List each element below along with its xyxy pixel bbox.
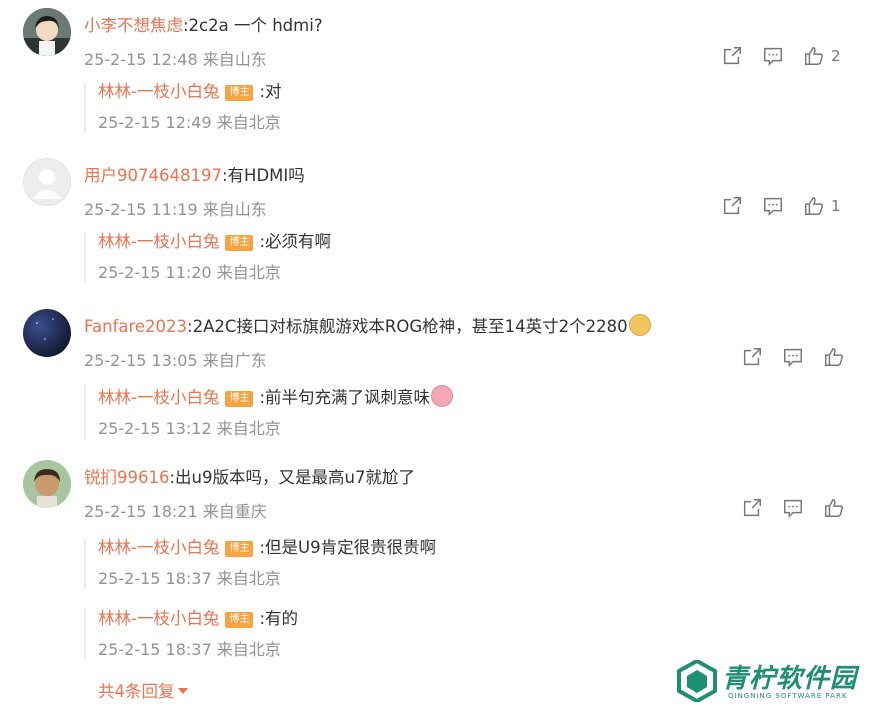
- comment-meta: 25-2-15 18:21 来自重庆: [84, 502, 267, 521]
- comment-meta: 25-2-15 11:19 来自山东: [84, 200, 267, 219]
- like-count: 1: [831, 197, 841, 215]
- author-badge: 博主: [225, 541, 254, 557]
- share-icon: [743, 499, 761, 517]
- reply-item: 林林-一枝小白兔 博主 :前半句充满了讽刺意味 25-2-15 13:12 来自北京: [84, 385, 838, 439]
- comment-username[interactable]: 小李不想焦虑: [84, 16, 183, 35]
- reply-username[interactable]: 林林-一枝小白兔: [98, 82, 219, 101]
- reply-meta: 25-2-15 12:49 来自北京: [98, 113, 281, 132]
- share-icon: [723, 197, 741, 215]
- author-badge: 博主: [225, 85, 254, 101]
- thumbs-up-icon: [805, 47, 823, 65]
- like-button[interactable]: [823, 346, 845, 368]
- comment-button[interactable]: [782, 497, 804, 519]
- share-button[interactable]: [741, 497, 763, 519]
- avatar-image: [23, 8, 71, 56]
- reply-username[interactable]: 林林-一枝小白兔: [98, 388, 219, 407]
- share-icon: [743, 348, 761, 366]
- comment-meta: 25-2-15 12:48 来自山东: [84, 50, 267, 69]
- like-button[interactable]: 2: [803, 45, 841, 67]
- comment-actions: 1: [702, 194, 841, 218]
- comment-icon: [784, 499, 802, 519]
- reply-item: 林林-一枝小白兔 博主 :但是U9肯定很贵很贵啊 25-2-15 18:37 来自北…: [84, 538, 838, 589]
- triangle-down-icon: [177, 688, 188, 694]
- reply-line: 林林-一枝小白兔 博主 :对: [98, 82, 838, 102]
- comment-button[interactable]: [762, 45, 784, 67]
- comment-actions: [722, 496, 845, 520]
- reply-meta: 25-2-15 18:37 来自北京: [98, 569, 281, 588]
- thumbs-up-icon: [805, 197, 823, 215]
- reply-line: 林林-一枝小白兔 博主 :有的: [98, 609, 838, 629]
- comment-icon: [784, 348, 802, 368]
- reply-username[interactable]: 林林-一枝小白兔: [98, 232, 219, 251]
- avatar[interactable]: [23, 309, 71, 357]
- avatar[interactable]: [23, 8, 71, 56]
- comment-username[interactable]: 用户9074648197: [84, 166, 222, 185]
- watermark-subtitle: QINGNING SOFTWARE PARK: [728, 692, 848, 700]
- reply-text: :但是U9肯定很贵很贵啊: [259, 538, 437, 557]
- reply-username[interactable]: 林林-一枝小白兔: [98, 538, 219, 557]
- like-button[interactable]: 1: [803, 195, 841, 217]
- comment-line: 小李不想焦虑:2c2a 一个 hdmi?: [84, 12, 323, 36]
- reply-item: 林林-一枝小白兔 博主:有的 25-2-15 18:37 来自北京: [84, 609, 838, 660]
- comment-text: :2c2a 一个 hdmi?: [183, 16, 323, 35]
- comment-actions: [722, 345, 845, 369]
- reply-text: :有的: [259, 609, 299, 628]
- like-count: 2: [831, 47, 841, 65]
- share-button[interactable]: [721, 45, 743, 67]
- reply-line: 林林-一枝小白兔 博主 :但是U9肯定很贵很贵啊: [98, 538, 838, 558]
- comment-username[interactable]: Fanfare2023: [84, 317, 187, 336]
- watermark-logo: 青柠软件园 QINGNING SOFTWARE PARK: [676, 656, 866, 706]
- reply-text: :必须有啊: [259, 232, 332, 251]
- watermark-title: 青柠软件园: [722, 664, 858, 694]
- share-button[interactable]: [741, 346, 763, 368]
- comment-button[interactable]: [762, 195, 784, 217]
- author-badge: 博主: [225, 235, 254, 251]
- reply-item: 林林-一枝小白兔 博主 :必须有啊 25-2-15 11:20 来自北京: [84, 232, 838, 283]
- more-replies-label: 共4条回复: [98, 682, 175, 701]
- share-button[interactable]: [721, 195, 743, 217]
- comment-icon: [764, 197, 782, 217]
- avatar-image: [23, 309, 71, 357]
- more-replies-link[interactable]: 共4条回复: [98, 678, 188, 702]
- comment-line: 锐扪99616:出u9版本吗，又是最高u7就尬了: [84, 464, 415, 488]
- avatar-image: [23, 460, 71, 508]
- avatar[interactable]: [23, 158, 71, 206]
- comment-line: Fanfare2023:2A2C接口对标旗舰游戏本ROG枪神，甚至14英寸2个2…: [84, 313, 651, 337]
- thumbs-up-icon: [825, 348, 843, 366]
- reply-text: :前半句充满了讽刺意味: [259, 388, 431, 407]
- thumbs-up-icon: [825, 499, 843, 517]
- comment-username[interactable]: 锐扪99616: [84, 468, 170, 487]
- comment-actions: 2: [702, 44, 841, 68]
- comment-line: 用户9074648197:有HDMI吗: [84, 162, 305, 186]
- reply-username[interactable]: 林林-一枝小白兔: [98, 609, 219, 628]
- reply-line: 林林-一枝小白兔 博主 :前半句充满了讽刺意味: [98, 385, 838, 408]
- reply-item: 林林-一枝小白兔 博主 :对 25-2-15 12:49 来自北京: [84, 82, 838, 133]
- avatar[interactable]: [23, 460, 71, 508]
- comment-icon: [764, 47, 782, 67]
- doge-emoji-icon: [628, 314, 651, 336]
- comment-button[interactable]: [782, 346, 804, 368]
- share-icon: [723, 47, 741, 65]
- reply-meta: 25-2-15 11:20 来自北京: [98, 263, 281, 282]
- reply-line: 林林-一枝小白兔 博主 :必须有啊: [98, 232, 838, 252]
- comment-meta: 25-2-15 13:05 来自广东: [84, 351, 267, 370]
- reply-meta: 25-2-15 13:12 来自北京: [98, 419, 281, 438]
- author-badge: 博主: [225, 391, 254, 407]
- reply-text: :对: [259, 82, 282, 101]
- flower-emoji-icon: [431, 385, 454, 407]
- comment-text: :2A2C接口对标旗舰游戏本ROG枪神，甚至14英寸2个2280: [187, 317, 628, 336]
- watermark-logo-icon: [677, 660, 717, 702]
- comment-text: :出u9版本吗，又是最高u7就尬了: [169, 468, 415, 487]
- author-badge: 博主: [225, 612, 254, 628]
- like-button[interactable]: [823, 497, 845, 519]
- default-avatar-icon: [32, 169, 62, 199]
- comment-text: :有HDMI吗: [221, 166, 305, 185]
